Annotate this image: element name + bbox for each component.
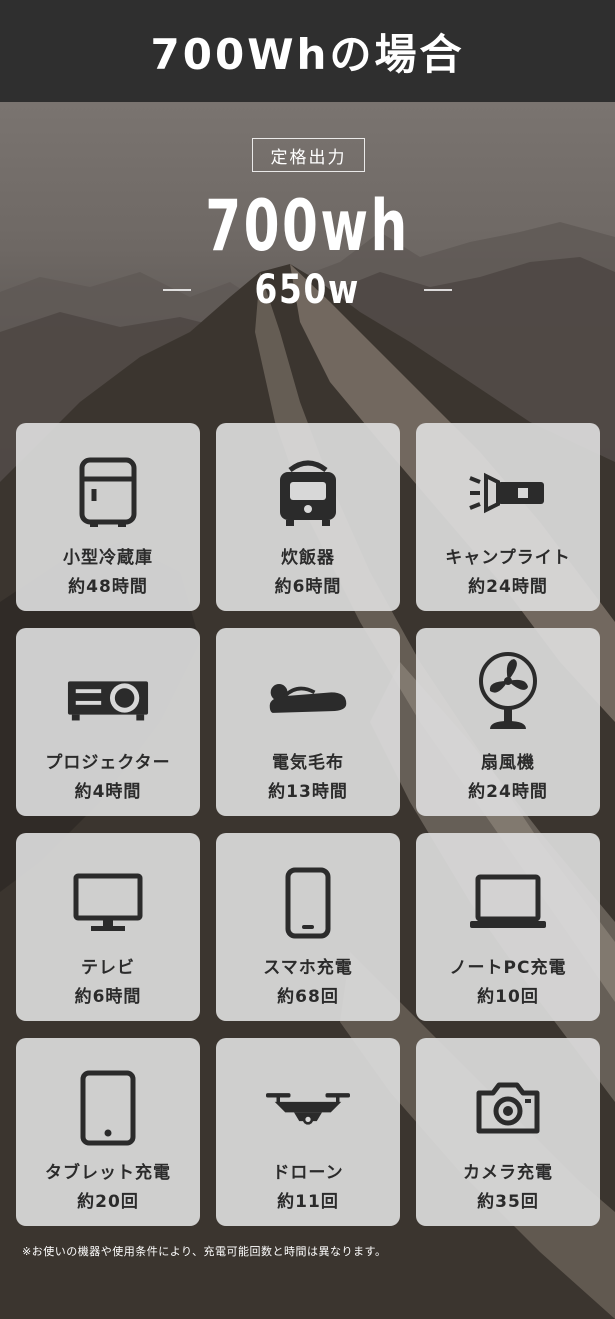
projector-icon bbox=[66, 656, 150, 740]
disclaimer-note: ※お使いの機器や使用条件により、充電可能回数と時間は異なります。 bbox=[22, 1245, 387, 1258]
device-name: 扇風機 bbox=[481, 753, 535, 773]
flashlight-icon bbox=[466, 451, 550, 535]
device-card-fan: 扇風機 約24時間 bbox=[416, 628, 600, 816]
page-title: 700Whの場合 bbox=[150, 29, 465, 79]
drone-icon bbox=[266, 1066, 350, 1150]
device-card-camp-light: キャンプライト 約24時間 bbox=[416, 423, 600, 611]
device-card-tablet: タブレット充電 約20回 bbox=[16, 1038, 200, 1226]
device-runtime: 約11回 bbox=[277, 1192, 339, 1212]
device-runtime: 約24時間 bbox=[468, 782, 548, 802]
device-name: 炊飯器 bbox=[281, 548, 335, 568]
fridge-icon bbox=[66, 451, 150, 535]
device-runtime: 約35回 bbox=[477, 1192, 539, 1212]
rice-cooker-icon bbox=[266, 451, 350, 535]
device-runtime: 約13時間 bbox=[268, 782, 348, 802]
device-runtime: 約6時間 bbox=[274, 577, 342, 597]
device-name: カメラ充電 bbox=[463, 1163, 553, 1183]
tv-icon bbox=[66, 861, 150, 945]
rated-output-badge: 定格出力 bbox=[252, 138, 365, 172]
device-runtime: 約6時間 bbox=[74, 987, 142, 1007]
device-name: ドローン bbox=[272, 1163, 344, 1183]
device-runtime: 約48時間 bbox=[68, 577, 148, 597]
device-name: プロジェクター bbox=[45, 753, 171, 773]
device-runtime: 約4時間 bbox=[74, 782, 142, 802]
device-card-rice-cooker: 炊飯器 約6時間 bbox=[216, 423, 400, 611]
device-card-tv: テレビ 約6時間 bbox=[16, 833, 200, 1021]
device-name: ノートPC充電 bbox=[449, 958, 567, 978]
device-name: テレビ bbox=[81, 958, 135, 978]
device-runtime: 約68回 bbox=[277, 987, 339, 1007]
device-card-projector: プロジェクター 約4時間 bbox=[16, 628, 200, 816]
divider-left bbox=[163, 289, 192, 291]
laptop-icon bbox=[466, 861, 550, 945]
device-card-smartphone: スマホ充電 約68回 bbox=[216, 833, 400, 1021]
output-value: 650w bbox=[254, 267, 361, 313]
device-runtime: 約20回 bbox=[77, 1192, 139, 1212]
electric-blanket-icon bbox=[266, 656, 350, 740]
device-name: キャンプライト bbox=[445, 548, 571, 568]
device-card-laptop: ノートPC充電 約10回 bbox=[416, 833, 600, 1021]
device-card-electric-blanket: 電気毛布 約13時間 bbox=[216, 628, 400, 816]
device-card-fridge: 小型冷蔵庫 約48時間 bbox=[16, 423, 200, 611]
device-card-drone: ドローン 約11回 bbox=[216, 1038, 400, 1226]
device-name: 小型冷蔵庫 bbox=[63, 548, 153, 568]
output-row: 650w bbox=[0, 267, 615, 313]
device-name: スマホ充電 bbox=[263, 958, 353, 978]
smartphone-icon bbox=[266, 861, 350, 945]
device-name: タブレット充電 bbox=[45, 1163, 171, 1183]
device-runtime: 約10回 bbox=[477, 987, 539, 1007]
capacity-value: 700wh bbox=[205, 185, 410, 267]
tablet-icon bbox=[66, 1066, 150, 1150]
camera-icon bbox=[466, 1066, 550, 1150]
fan-icon bbox=[466, 650, 550, 734]
device-runtime: 約24時間 bbox=[468, 577, 548, 597]
divider-right bbox=[423, 289, 452, 291]
device-name: 電気毛布 bbox=[272, 753, 344, 773]
device-card-camera: カメラ充電 約35回 bbox=[416, 1038, 600, 1226]
header-bar: 700Whの場合 bbox=[0, 0, 615, 102]
